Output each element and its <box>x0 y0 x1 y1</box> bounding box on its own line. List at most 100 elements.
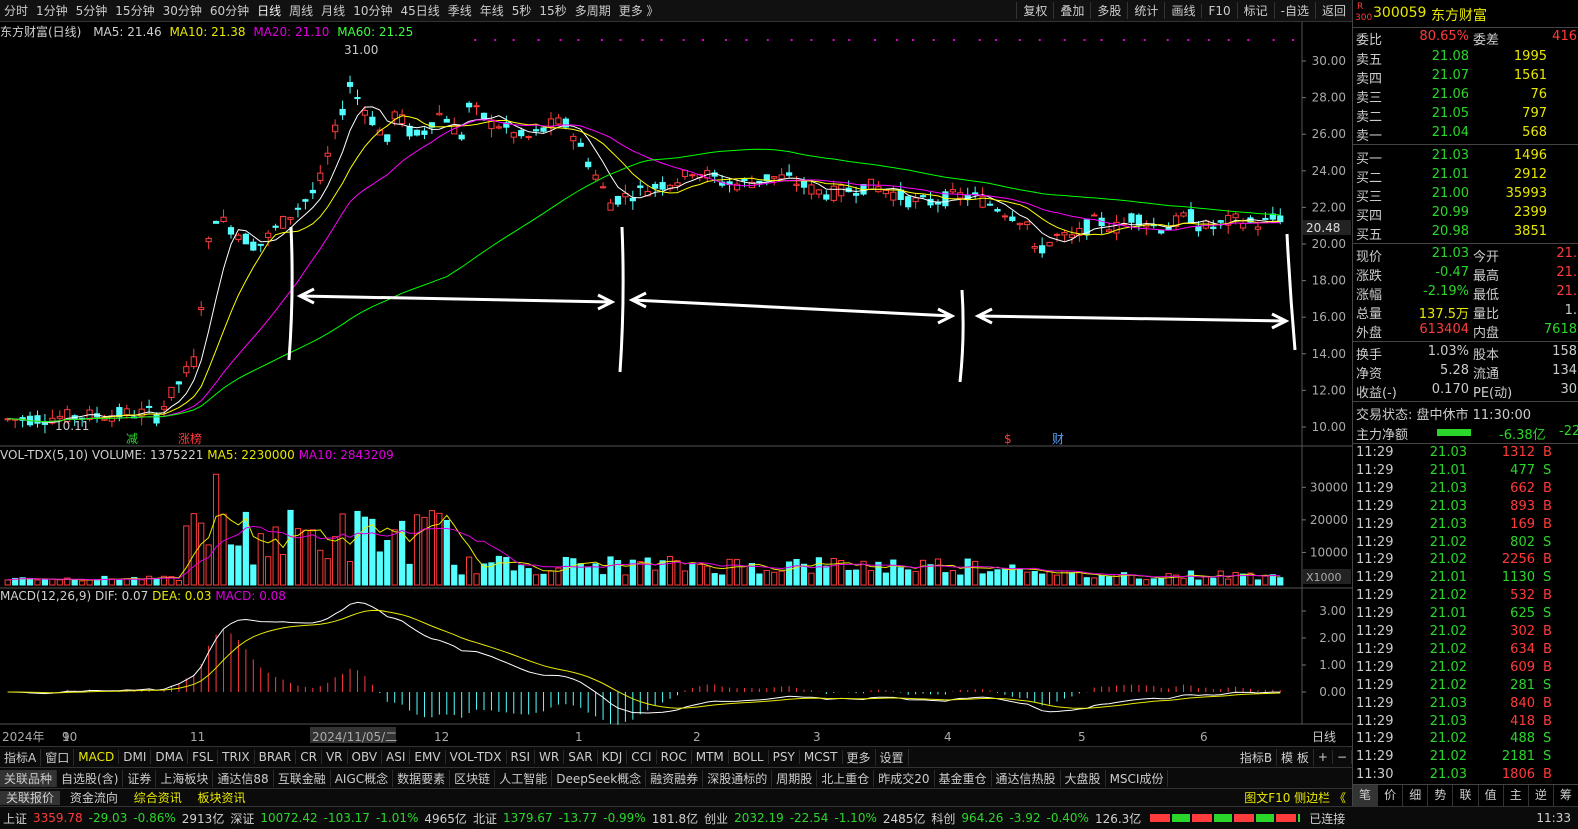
ask-row[interactable]: 卖一 21.04 568 <box>1353 124 1578 144</box>
sector-tab[interactable]: 数据要素 <box>393 769 451 787</box>
sector-tab[interactable]: 人工智能 <box>495 769 553 787</box>
sector-tab[interactable]: 基金重仓 <box>935 769 992 787</box>
toolbar-action-button[interactable]: 多股 <box>1090 2 1127 19</box>
indicator-tab[interactable]: DMA <box>151 750 189 764</box>
indicator-tab[interactable]: 指标A <box>0 748 42 766</box>
indicator-tab[interactable]: ASI <box>382 750 411 764</box>
bid-row[interactable]: 买四 20.99 2399 <box>1353 204 1578 224</box>
toolbar-action-button[interactable]: 返回 <box>1314 2 1352 19</box>
indicator-tab[interactable]: 设置 <box>876 748 909 766</box>
toolbar-action-button[interactable]: 画线 <box>1164 2 1201 19</box>
period-tab[interactable]: 季线 <box>444 2 476 19</box>
indicator-tab[interactable]: VR <box>322 750 348 764</box>
side-tab[interactable]: 联 <box>1453 785 1479 806</box>
period-tab[interactable]: 月线 <box>317 2 349 19</box>
indicator-tab[interactable]: 更多 <box>843 748 876 766</box>
toolbar-action-button[interactable]: F10 <box>1201 3 1236 18</box>
period-tab[interactable]: 30分钟 <box>159 2 206 19</box>
period-tab[interactable]: 年线 <box>476 2 508 19</box>
indicator-tab[interactable]: BRAR <box>255 750 297 764</box>
period-tab[interactable]: 5秒 <box>508 2 536 19</box>
sector-tab[interactable]: 证券 <box>123 769 157 787</box>
indicator-tab[interactable]: 窗口 <box>41 748 75 766</box>
sector-tab[interactable]: 自选股(含) <box>57 769 124 787</box>
period-tab[interactable]: 10分钟 <box>349 2 396 19</box>
sector-tab[interactable]: 通达信热股 <box>992 769 1061 787</box>
side-tab[interactable]: 势 <box>1428 785 1454 806</box>
bid-row[interactable]: 买三 21.00 35993 <box>1353 185 1578 205</box>
sector-tab[interactable]: 大盘股 <box>1061 769 1106 787</box>
toolbar-action-button[interactable]: 复权 <box>1016 2 1053 19</box>
indicator-tab[interactable]: ROC <box>657 750 692 764</box>
sector-tab[interactable]: 深股通标的 <box>703 769 773 787</box>
indicator-tab[interactable]: CR <box>296 750 322 764</box>
bid-row[interactable]: 买一 21.03 1496 <box>1353 147 1578 167</box>
side-tab[interactable]: 逆 <box>1529 785 1554 806</box>
period-tab[interactable]: 多周期 <box>571 2 615 19</box>
ask-row[interactable]: 卖二 21.05 797 <box>1353 105 1578 125</box>
period-tab[interactable]: 15秒 <box>535 2 570 19</box>
indicator-tab[interactable]: WR <box>535 750 565 764</box>
side-tab[interactable]: 价 <box>1378 785 1404 806</box>
sector-tab[interactable]: 区块链 <box>450 769 496 787</box>
period-tab[interactable]: 60分钟 <box>206 2 253 19</box>
indicator-tab[interactable]: KDJ <box>598 750 628 764</box>
period-tab[interactable]: 5分钟 <box>72 2 112 19</box>
indicator-tab[interactable]: MTM <box>692 750 729 764</box>
indicator-tab[interactable]: MACD <box>74 750 120 764</box>
side-tab[interactable]: 筹 <box>1554 785 1578 806</box>
indicator-tab[interactable]: CCI <box>627 750 657 764</box>
toolbar-action-button[interactable]: 叠加 <box>1053 2 1090 19</box>
indicator-right-button[interactable]: − <box>1333 750 1352 764</box>
bid-row[interactable]: 买五 20.98 3851 <box>1353 223 1578 243</box>
sector-tab[interactable]: 昨成交20 <box>874 769 935 787</box>
indicator-right-button[interactable]: 模 板 <box>1277 748 1314 766</box>
toolbar-action-button[interactable]: 统计 <box>1127 2 1164 19</box>
indicator-tab[interactable]: RSI <box>507 750 536 764</box>
toolbar-action-button[interactable]: -自选 <box>1273 2 1315 19</box>
indicator-right-button[interactable]: + <box>1314 750 1333 764</box>
side-tab[interactable]: 主 <box>1504 785 1529 806</box>
period-tab[interactable]: 1分钟 <box>32 2 72 19</box>
f10-sidebar-link[interactable]: 图文F10 侧边栏 《 <box>1244 789 1346 806</box>
kline-chart[interactable]: 30.0028.0026.0024.0022.0020.0018.0016.00… <box>0 22 1352 746</box>
indicator-tab[interactable]: EMV <box>410 750 446 764</box>
sector-tab[interactable]: 上海板块 <box>156 769 214 787</box>
side-tab[interactable]: 细 <box>1403 785 1429 806</box>
side-tab[interactable]: 值 <box>1479 785 1504 806</box>
sector-tab[interactable]: 北上重仓 <box>817 769 875 787</box>
indicator-tab[interactable]: OBV <box>348 750 383 764</box>
indicator-tab[interactable]: MCST <box>800 750 843 764</box>
period-tab[interactable]: 更多 》 <box>615 2 663 19</box>
period-tab[interactable]: 分时 <box>0 2 32 19</box>
sector-tab[interactable]: 融资融券 <box>646 769 704 787</box>
sector-tab[interactable]: 周期股 <box>772 769 818 787</box>
news-tab[interactable]: 综合资讯 <box>128 791 188 805</box>
sector-tab[interactable]: DeepSeek概念 <box>552 769 647 787</box>
indicator-tab[interactable]: PSY <box>769 750 800 764</box>
period-tab[interactable]: 45日线 <box>396 2 443 19</box>
ask-row[interactable]: 卖五 21.08 1995 <box>1353 48 1578 68</box>
sector-tab[interactable]: 互联金融 <box>274 769 331 787</box>
side-tab[interactable]: 笔 <box>1353 785 1379 806</box>
indicator-tab[interactable]: SAR <box>564 750 598 764</box>
sector-tab[interactable]: AIGC概念 <box>331 769 394 787</box>
indicator-tab[interactable]: FSL <box>188 750 219 764</box>
indicator-tab[interactable]: DMI <box>119 750 152 764</box>
related-quote-tab[interactable]: 关联报价 <box>0 791 61 805</box>
toolbar-action-button[interactable]: 标记 <box>1236 2 1274 19</box>
sector-tab[interactable]: 通达信88 <box>213 769 274 787</box>
indicator-tab[interactable]: BOLL <box>729 750 769 764</box>
bid-row[interactable]: 买二 21.01 2912 <box>1353 166 1578 186</box>
period-tab[interactable]: 日线 <box>253 2 285 19</box>
period-tab[interactable]: 周线 <box>285 2 317 19</box>
sector-news-tab[interactable]: 板块资讯 <box>192 791 252 805</box>
fund-flow-tab[interactable]: 资金流向 <box>64 791 124 805</box>
indicator-tab[interactable]: VOL-TDX <box>446 750 507 764</box>
indicator-right-button[interactable]: 指标B <box>1236 748 1278 766</box>
ask-row[interactable]: 卖四 21.07 1561 <box>1353 67 1578 87</box>
sector-tab[interactable]: MSCI成份 <box>1106 769 1169 787</box>
sector-tab[interactable]: 关联品种 <box>0 769 58 787</box>
ask-row[interactable]: 卖三 21.06 76 <box>1353 86 1578 106</box>
period-tab[interactable]: 15分钟 <box>111 2 158 19</box>
